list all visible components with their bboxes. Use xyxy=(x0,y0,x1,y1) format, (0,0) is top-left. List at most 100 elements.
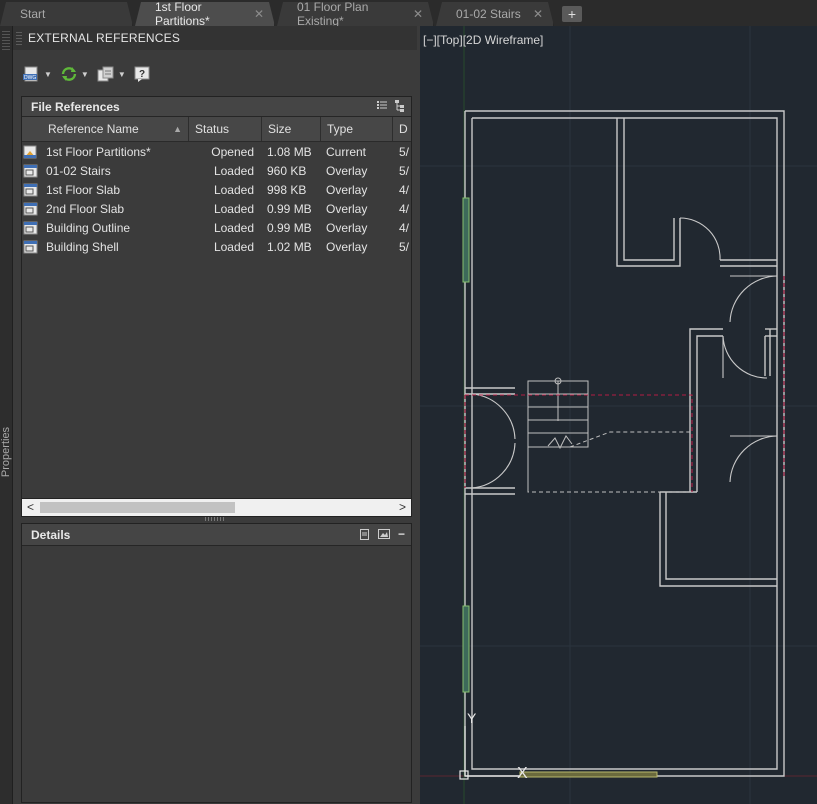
dwg-reference-icon xyxy=(22,240,46,254)
reference-size: 0.99 MB xyxy=(267,220,312,235)
new-tab-button[interactable]: + xyxy=(562,6,582,22)
details-title: Details xyxy=(31,527,71,542)
sort-ascending-icon: ▲ xyxy=(173,124,182,134)
attach-dwg-icon: DWG xyxy=(23,66,38,82)
reference-name: Building Shell xyxy=(46,239,119,254)
chevron-down-icon[interactable]: ▼ xyxy=(81,70,89,79)
ucs-x-label: X xyxy=(517,765,528,782)
reference-status: Opened xyxy=(211,144,254,159)
column-header-date[interactable]: D xyxy=(393,117,411,141)
panel-splitter-handle[interactable] xyxy=(205,517,225,521)
reference-date: 4/ xyxy=(399,182,410,197)
reference-date: 5/ xyxy=(399,239,410,254)
reference-date: 5/ xyxy=(399,144,410,159)
scrollbar-thumb[interactable] xyxy=(40,502,235,513)
column-header-reference-name[interactable]: Reference Name ▲ xyxy=(22,117,189,141)
reference-status: Loaded xyxy=(213,220,254,235)
refresh-button[interactable]: ▼ xyxy=(60,66,89,82)
close-tab-icon[interactable]: ✕ xyxy=(254,7,264,21)
details-header: Details − xyxy=(22,524,411,546)
dwg-reference-icon xyxy=(22,221,46,235)
close-tab-icon[interactable]: ✕ xyxy=(413,7,423,21)
tree-view-icon[interactable] xyxy=(395,100,405,112)
reference-status: Loaded xyxy=(213,182,254,197)
reference-status: Loaded xyxy=(213,163,254,178)
properties-vertical-tab[interactable]: Properties xyxy=(0,426,12,478)
attach-dwg-button[interactable]: DWG ▼ xyxy=(23,66,52,82)
dwg-reference-icon xyxy=(22,164,46,178)
external-references-palette: EXTERNAL REFERENCES DWG ▼ ▼ ▼ ? File Ref… xyxy=(13,26,417,804)
change-path-button[interactable]: ▼ xyxy=(97,66,126,82)
chevron-down-icon[interactable]: ▼ xyxy=(118,70,126,79)
refresh-icon xyxy=(61,67,77,81)
upper-right-room-walls xyxy=(616,118,777,267)
drawing-viewport[interactable]: Y X [−][Top][2D Wireframe] xyxy=(420,26,817,804)
reference-type: Overlay xyxy=(326,182,368,197)
ucs-y-label: Y xyxy=(467,710,477,726)
document-tab[interactable]: Start xyxy=(0,2,133,26)
chevron-down-icon[interactable]: ▼ xyxy=(44,70,52,79)
file-reference-row[interactable]: Building Outline Loaded 0.99 MB Overlay 4/ xyxy=(22,218,411,237)
dwg-reference-icon xyxy=(22,202,46,216)
tab-label: 1st Floor Partitions* xyxy=(155,0,210,28)
floor-plan-drawing[interactable]: Y X xyxy=(420,26,817,804)
reference-name: Building Outline xyxy=(46,220,131,235)
list-view-icon[interactable] xyxy=(377,100,387,110)
document-tab[interactable]: 01-02 Stairs ✕ xyxy=(436,2,554,26)
collapse-details-button[interactable]: − xyxy=(398,528,405,540)
file-reference-row[interactable]: 1st Floor Slab Loaded 998 KB Overlay 4/ xyxy=(22,180,411,199)
help-icon: ? xyxy=(134,66,150,82)
reference-type: Overlay xyxy=(326,163,368,178)
file-reference-row[interactable]: 1st Floor Partitions* Opened 1.08 MB Curren… xyxy=(22,142,411,161)
column-header-size[interactable]: Size xyxy=(262,117,321,141)
reference-date: 4/ xyxy=(399,201,410,216)
file-references-header: File References xyxy=(22,97,411,117)
reference-name: 1st Floor Slab xyxy=(46,182,121,197)
document-tab[interactable]: 01 Floor Plan Existing* ✕ xyxy=(277,2,434,26)
svg-text:?: ? xyxy=(139,69,145,80)
reference-name: 1st Floor Partitions* xyxy=(46,144,151,159)
reference-date: 4/ xyxy=(399,220,410,235)
file-reference-row[interactable]: 2nd Floor Slab Loaded 0.99 MB Overlay 4/ xyxy=(22,199,411,218)
corridor-walls xyxy=(659,328,777,587)
details-view-icon[interactable] xyxy=(359,529,370,540)
column-label: Reference Name xyxy=(48,122,139,136)
file-reference-row[interactable]: 01-02 Stairs Loaded 960 KB Overlay 5/ xyxy=(22,161,411,180)
reference-type: Current xyxy=(326,144,367,159)
current-drawing-icon xyxy=(22,145,46,159)
reference-name: 2nd Floor Slab xyxy=(46,201,125,216)
reference-type: Overlay xyxy=(326,201,368,216)
xref-toolbar: DWG ▼ ▼ ▼ ? xyxy=(23,63,158,85)
change-path-icon xyxy=(97,66,114,82)
palette-grip-handle[interactable] xyxy=(2,30,10,50)
file-references-panel: File References Reference Name ▲ Status … xyxy=(21,96,412,517)
scroll-left-button[interactable]: < xyxy=(27,500,34,514)
title-grip-icon xyxy=(16,31,22,45)
file-references-column-headers: Reference Name ▲ Status Size Type D xyxy=(22,117,411,142)
reference-size: 1.08 MB xyxy=(267,144,312,159)
reference-type: Overlay xyxy=(326,220,368,235)
ucs-icon xyxy=(459,726,520,780)
help-button[interactable]: ? xyxy=(134,66,150,82)
file-references-title: File References xyxy=(31,99,120,114)
reference-date: 5/ xyxy=(399,163,410,178)
reference-name: 01-02 Stairs xyxy=(46,163,111,178)
tab-label: 01-02 Stairs xyxy=(456,7,521,21)
document-tab[interactable]: 1st Floor Partitions* ✕ xyxy=(135,2,275,26)
svg-text:DWG: DWG xyxy=(24,75,36,81)
scroll-right-button[interactable]: > xyxy=(399,500,406,514)
close-tab-icon[interactable]: ✕ xyxy=(533,7,543,21)
file-reference-row[interactable]: Building Shell Loaded 1.02 MB Overlay 5/ xyxy=(22,237,411,256)
preview-image-icon[interactable] xyxy=(377,529,390,539)
grid-lines xyxy=(420,26,817,804)
reference-size: 960 KB xyxy=(267,163,307,178)
column-header-type[interactable]: Type xyxy=(321,117,393,141)
viewport-controls-label[interactable]: [−][Top][2D Wireframe] xyxy=(423,33,543,47)
horizontal-scrollbar[interactable]: < > xyxy=(22,498,411,516)
reference-size: 998 KB xyxy=(267,182,307,197)
column-header-status[interactable]: Status xyxy=(189,117,262,141)
palette-title: EXTERNAL REFERENCES xyxy=(28,31,181,45)
reference-size: 0.99 MB xyxy=(267,201,312,216)
palette-title-bar[interactable]: EXTERNAL REFERENCES xyxy=(13,26,417,50)
tab-label: 01 Floor Plan Existing* xyxy=(297,0,369,28)
